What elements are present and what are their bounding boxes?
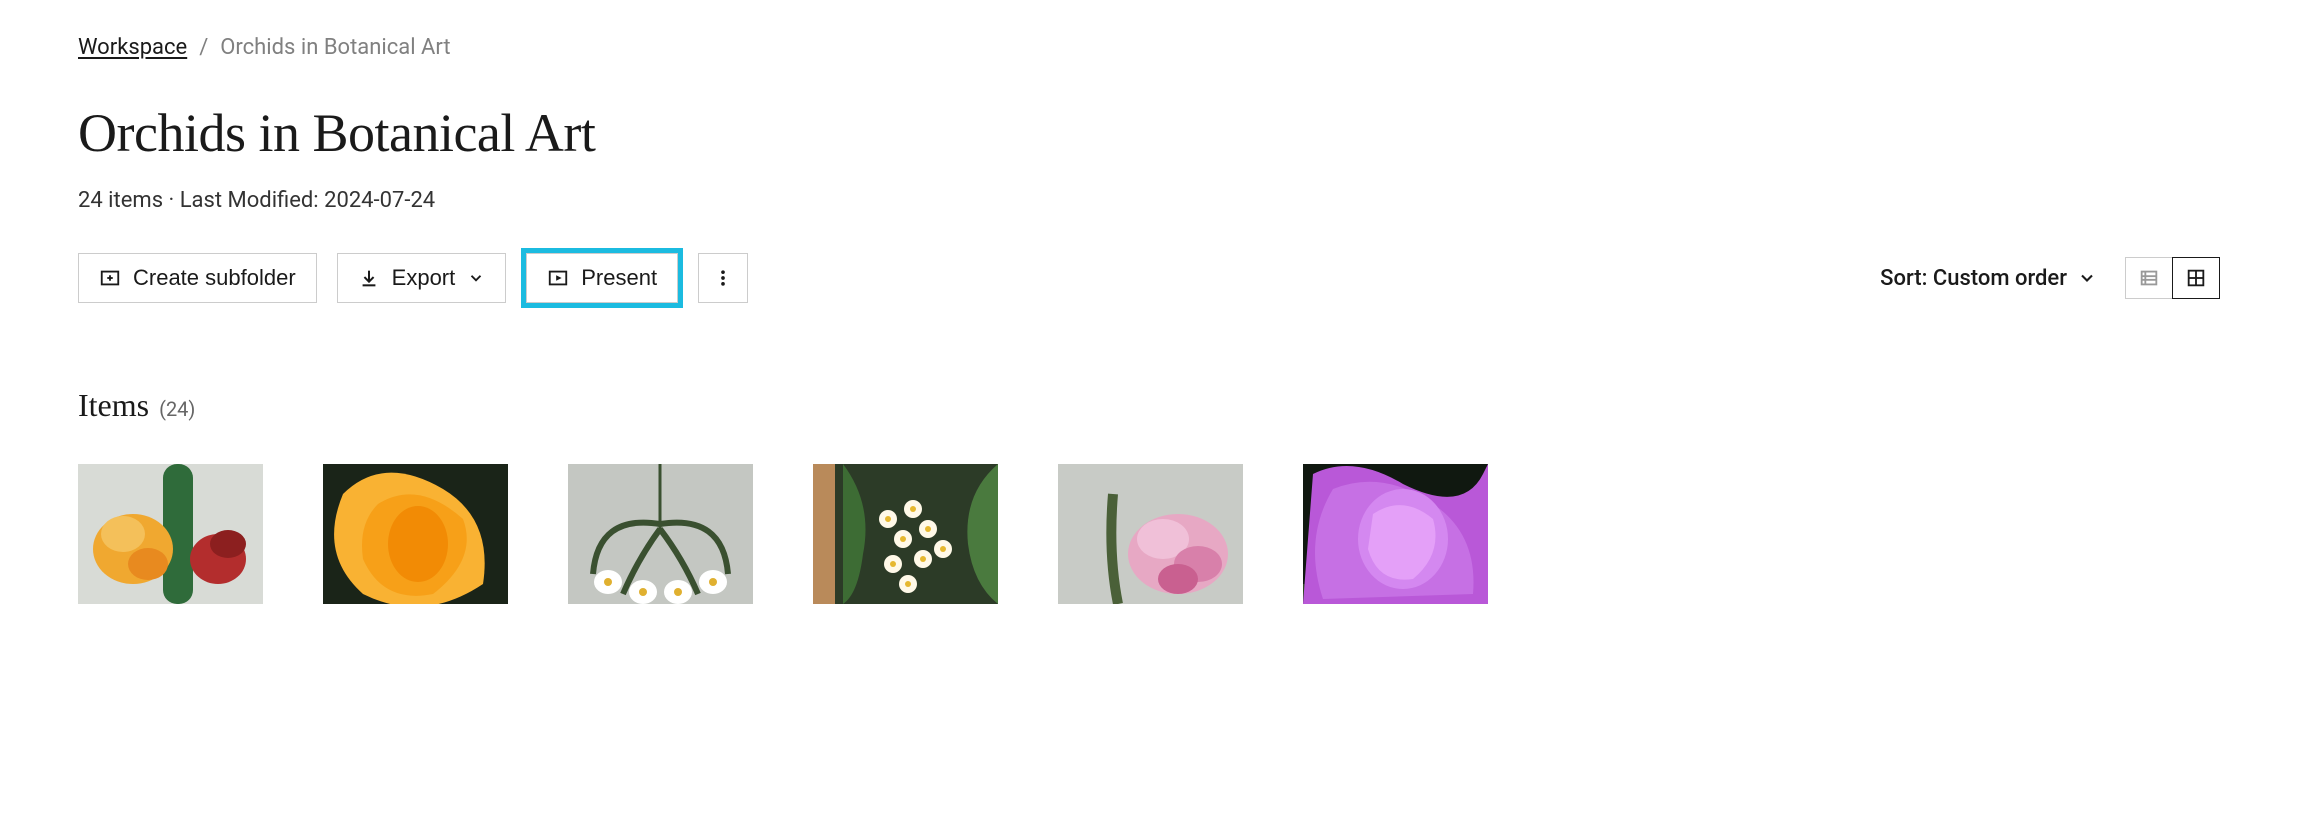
present-button[interactable]: Present bbox=[526, 253, 678, 303]
items-section-title: Items bbox=[78, 387, 149, 424]
more-actions-button[interactable] bbox=[698, 253, 748, 303]
toolbar: Create subfolder Export Present bbox=[78, 253, 2220, 303]
more-vertical-icon bbox=[713, 267, 733, 289]
list-view-button[interactable] bbox=[2125, 257, 2173, 299]
play-screen-icon bbox=[547, 267, 569, 289]
page-title: Orchids in Botanical Art bbox=[78, 102, 2220, 164]
breadcrumb: Workspace / Orchids in Botanical Art bbox=[78, 35, 2220, 60]
item-thumbnail[interactable] bbox=[323, 464, 508, 604]
breadcrumb-current: Orchids in Botanical Art bbox=[220, 35, 450, 60]
sort-label: Sort: Custom order bbox=[1880, 266, 2067, 291]
toolbar-left: Create subfolder Export Present bbox=[78, 253, 1860, 303]
list-icon bbox=[2138, 267, 2160, 289]
item-thumbnail[interactable] bbox=[1303, 464, 1488, 604]
toolbar-right: Sort: Custom order bbox=[1880, 257, 2220, 299]
breadcrumb-root-link[interactable]: Workspace bbox=[78, 35, 187, 60]
item-thumbnail[interactable] bbox=[568, 464, 753, 604]
chevron-down-icon bbox=[2077, 268, 2097, 288]
create-subfolder-button[interactable]: Create subfolder bbox=[78, 253, 317, 303]
breadcrumb-separator: / bbox=[199, 35, 208, 60]
grid-icon bbox=[2185, 267, 2207, 289]
chevron-down-icon bbox=[467, 269, 485, 287]
add-folder-icon bbox=[99, 267, 121, 289]
items-section-header: Items (24) bbox=[78, 387, 2220, 424]
export-label: Export bbox=[392, 265, 456, 291]
present-label: Present bbox=[581, 265, 657, 291]
item-thumbnail[interactable] bbox=[813, 464, 998, 604]
page-meta: 24 items · Last Modified: 2024-07-24 bbox=[78, 188, 2220, 213]
item-thumbnail[interactable] bbox=[1058, 464, 1243, 604]
export-button[interactable]: Export bbox=[337, 253, 507, 303]
view-toggle bbox=[2125, 257, 2220, 299]
download-icon bbox=[358, 267, 380, 289]
create-subfolder-label: Create subfolder bbox=[133, 265, 296, 291]
items-section-count: (24) bbox=[159, 397, 195, 421]
grid-view-button[interactable] bbox=[2172, 257, 2220, 299]
item-thumbnail[interactable] bbox=[78, 464, 263, 604]
sort-dropdown[interactable]: Sort: Custom order bbox=[1880, 266, 2097, 291]
items-grid bbox=[78, 464, 2220, 604]
